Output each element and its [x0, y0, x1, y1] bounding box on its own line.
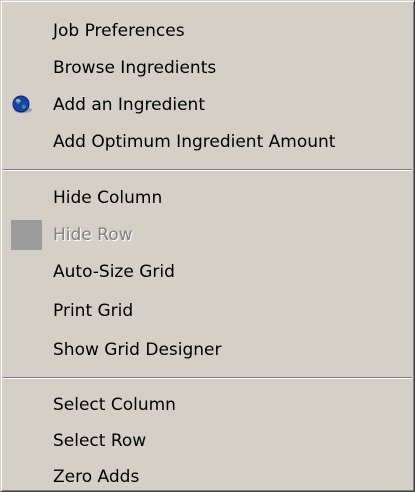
menu-item-select-column[interactable]: Select Column	[1, 387, 411, 423]
menu-item-auto-size-grid[interactable]: Auto-Size Grid	[1, 254, 411, 290]
menu-item-label: Select Column	[53, 395, 176, 415]
globe-icon	[9, 87, 45, 123]
menu-item-label: Print Grid	[53, 301, 134, 321]
menu-item-browse-ingredients[interactable]: Browse Ingredients	[1, 50, 411, 86]
menu-item-label: Add Optimum Ingredient Amount	[53, 132, 336, 152]
menu-item-label: Auto-Size Grid	[53, 262, 175, 282]
menu-item-label: Hide Row	[53, 225, 133, 245]
menu-item-label: Select Row	[53, 431, 147, 451]
menu-separator	[3, 377, 412, 379]
menu-item-job-preferences[interactable]: Job Preferences	[1, 13, 411, 49]
gray-square-icon	[9, 217, 45, 253]
context-menu: Job Preferences Browse Ingredients Add a…	[0, 0, 415, 492]
menu-item-add-optimum-ingredient-amount[interactable]: Add Optimum Ingredient Amount	[1, 124, 411, 160]
menu-item-label: Job Preferences	[53, 21, 185, 41]
menu-item-label: Show Grid Designer	[53, 340, 222, 360]
menu-item-label: Add an Ingredient	[53, 95, 205, 115]
menu-item-zero-adds[interactable]: Zero Adds	[1, 459, 411, 492]
menu-item-select-row[interactable]: Select Row	[1, 423, 411, 459]
menu-item-label: Hide Column	[53, 188, 163, 208]
menu-item-show-grid-designer[interactable]: Show Grid Designer	[1, 332, 411, 368]
menu-item-label: Zero Adds	[53, 467, 140, 487]
menu-item-hide-column[interactable]: Hide Column	[1, 180, 411, 216]
menu-item-add-ingredient[interactable]: Add an Ingredient	[1, 87, 411, 123]
menu-item-print-grid[interactable]: Print Grid	[1, 293, 411, 329]
menu-separator	[3, 169, 412, 171]
menu-item-label: Browse Ingredients	[53, 58, 217, 78]
menu-item-hide-row: Hide Row	[1, 217, 411, 253]
